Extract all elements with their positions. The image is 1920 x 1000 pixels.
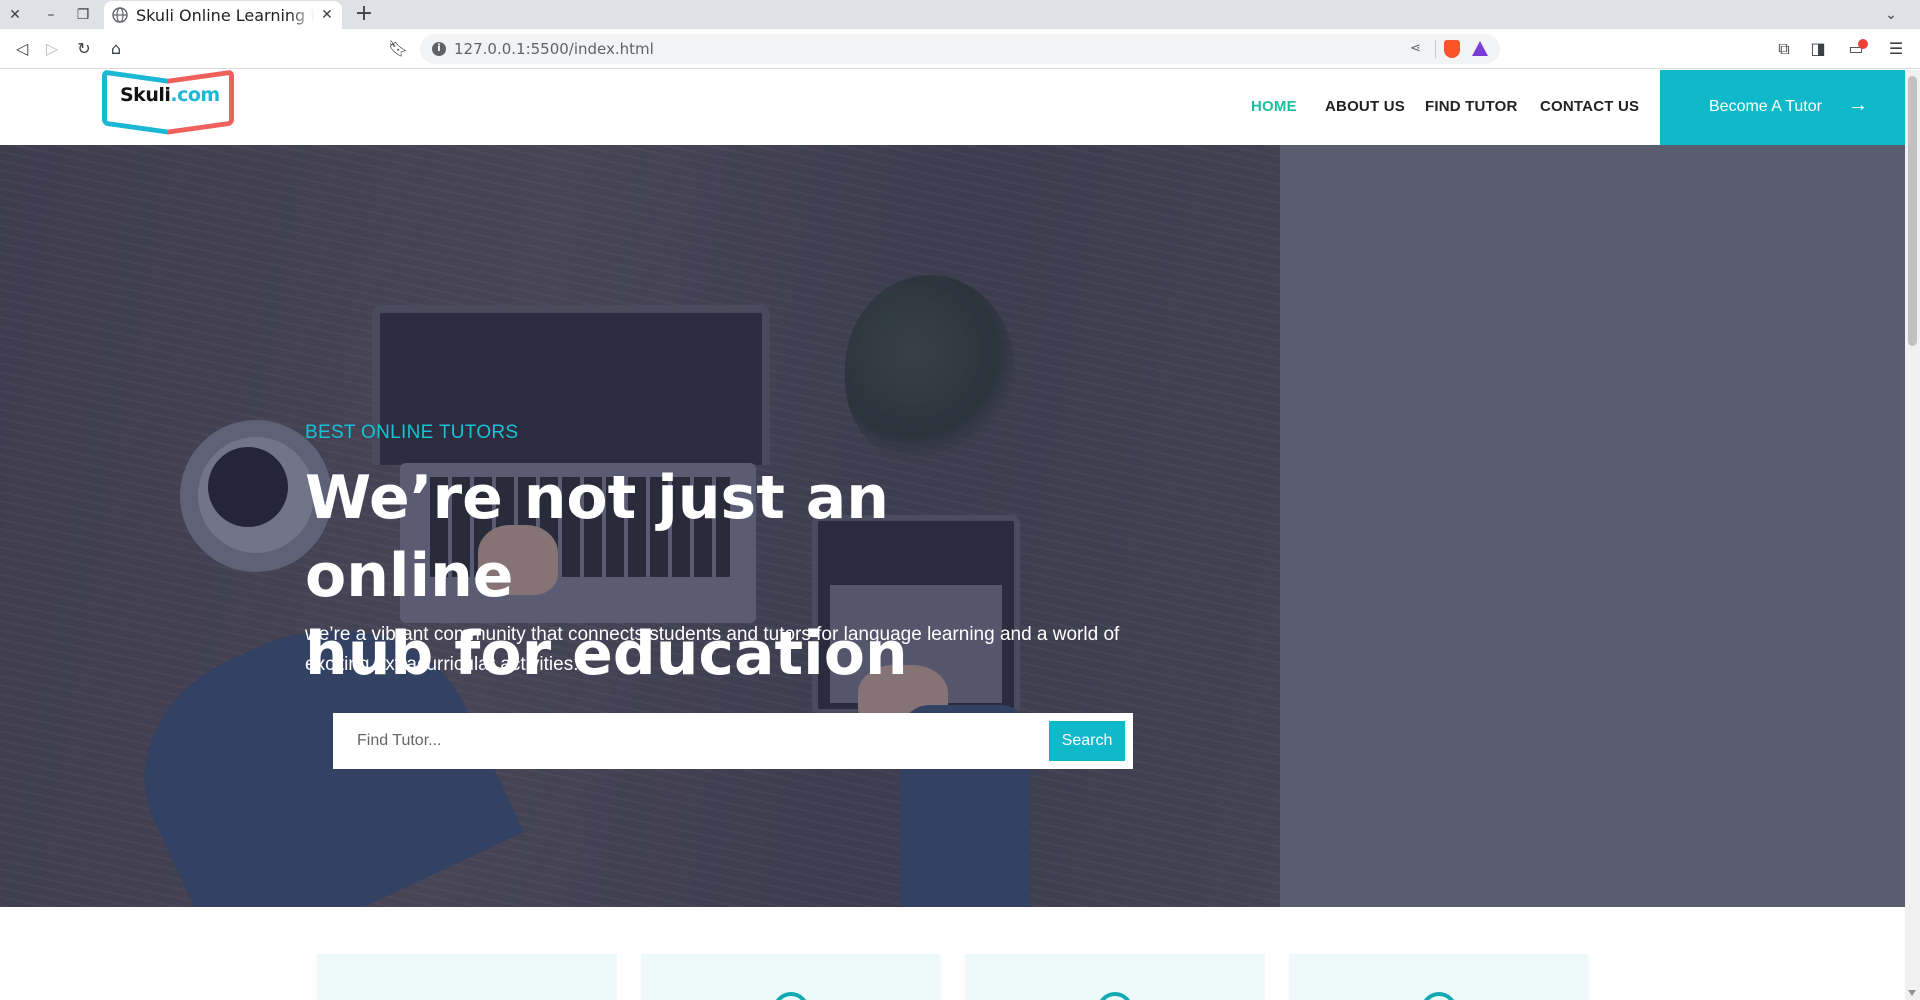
- bookmark-icon[interactable]: 🔖︎: [386, 37, 410, 61]
- scroll-down-arrow-icon[interactable]: [1908, 990, 1916, 996]
- back-icon[interactable]: ◁: [10, 37, 34, 61]
- new-tab-icon[interactable]: +: [352, 3, 376, 27]
- become-a-tutor-button[interactable]: Become A Tutor →: [1660, 70, 1905, 145]
- feature-card: [965, 954, 1265, 1000]
- tab-title: Skuli Online Learning Pl: [136, 7, 314, 25]
- home-icon[interactable]: ⌂: [104, 37, 128, 61]
- share-icon[interactable]: ⋖: [1410, 41, 1426, 57]
- reload-icon[interactable]: ↻: [72, 37, 96, 61]
- restore-window-icon[interactable]: ❐: [72, 4, 94, 26]
- tutor-search-form: Search: [333, 713, 1133, 769]
- address-bar[interactable]: i 127.0.0.1:5500/index.html ⋖: [420, 34, 1500, 64]
- hero-title-line: We’re not just an online: [305, 463, 889, 611]
- notification-badge: [1858, 39, 1868, 49]
- nav-home[interactable]: HOME: [1251, 98, 1297, 115]
- browser-tab-bar: ✕ – ❐ Skuli Online Learning Pl ✕ + ⌄: [0, 0, 1920, 29]
- logo-text: Skuli.com: [120, 84, 220, 106]
- nav-about-us[interactable]: ABOUT US: [1325, 98, 1405, 115]
- page-viewport: Skuli.com HOME ABOUT US FIND TUTOR CONTA…: [0, 70, 1905, 1000]
- become-a-tutor-label: Become A Tutor: [1709, 98, 1822, 115]
- brave-shields-icon[interactable]: [1444, 40, 1460, 58]
- feature-card: [641, 954, 941, 1000]
- tab-close-icon[interactable]: ✕: [318, 6, 336, 24]
- wallet-icon[interactable]: ▭: [1844, 37, 1868, 61]
- arrow-right-icon: →: [1848, 94, 1868, 116]
- minimize-window-icon[interactable]: –: [40, 4, 62, 26]
- site-header: Skuli.com HOME ABOUT US FIND TUTOR CONTA…: [0, 70, 1905, 150]
- nav-find-tutor[interactable]: FIND TUTOR: [1425, 98, 1518, 115]
- address-url[interactable]: 127.0.0.1:5500/index.html: [454, 40, 654, 58]
- site-logo[interactable]: Skuli.com: [48, 70, 294, 150]
- globe-icon: [112, 7, 128, 23]
- chevron-down-icon[interactable]: ⌄: [1880, 4, 1902, 26]
- extensions-icon[interactable]: ⧉: [1772, 37, 1796, 61]
- browser-tab[interactable]: Skuli Online Learning Pl ✕: [104, 1, 342, 29]
- close-window-icon[interactable]: ✕: [4, 4, 26, 26]
- menu-icon[interactable]: ☰: [1884, 37, 1908, 61]
- forward-icon[interactable]: ▷: [40, 37, 64, 61]
- nav-contact-us[interactable]: CONTACT US: [1540, 98, 1639, 115]
- feature-icon: [1097, 992, 1133, 1000]
- features-section: [0, 907, 1905, 1000]
- feature-card: [317, 954, 617, 1000]
- feature-icon: [773, 992, 809, 1000]
- sidebar-icon[interactable]: ◨: [1806, 37, 1830, 61]
- browser-toolbar: ◁ ▷ ↻ ⌂ 🔖︎ i 127.0.0.1:5500/index.html ⋖…: [0, 29, 1920, 69]
- search-button[interactable]: Search: [1049, 721, 1125, 761]
- site-info-icon[interactable]: i: [432, 42, 446, 56]
- page-scrollbar[interactable]: [1905, 70, 1920, 1000]
- feature-icon: [1421, 992, 1457, 1000]
- address-divider: [1435, 40, 1436, 58]
- hero-eyebrow: BEST ONLINE TUTORS: [305, 422, 519, 443]
- hero-subtitle: we’re a vibrant community that connects …: [305, 624, 1120, 675]
- feature-card: [1289, 954, 1589, 1000]
- hero-section: BEST ONLINE TUTORS We’re not just an onl…: [0, 145, 1905, 907]
- brave-rewards-icon[interactable]: [1472, 41, 1488, 56]
- scrollbar-thumb[interactable]: [1908, 76, 1917, 346]
- find-tutor-input[interactable]: [333, 713, 1033, 769]
